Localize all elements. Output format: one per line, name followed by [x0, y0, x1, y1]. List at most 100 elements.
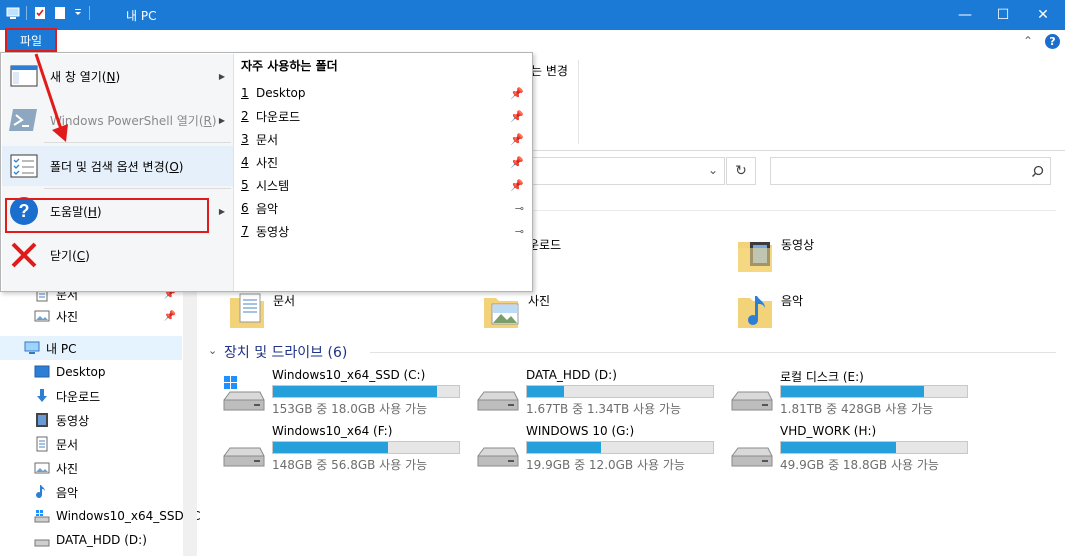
recent-folder-item[interactable]: 3 문서 📌 — [241, 128, 526, 150]
drive-name: Windows10_x64_SSD (C:) — [272, 368, 426, 382]
pc-icon[interactable] — [6, 6, 20, 20]
pictures-folder-icon[interactable] — [482, 290, 519, 328]
recent-folder-number: 2 — [241, 109, 249, 123]
recent-folder-number: 3 — [241, 132, 249, 146]
recent-folder-item[interactable]: 5 시스템 📌 — [241, 174, 526, 196]
submenu-arrow-icon: ▶ — [218, 115, 225, 125]
drive-usage-bar — [272, 441, 460, 454]
videos-folder-icon[interactable] — [736, 234, 772, 272]
ribbon-option-label[interactable]: 는 변경 — [531, 62, 568, 79]
pc-icon — [24, 341, 40, 354]
submenu-arrow-icon: ▶ — [218, 71, 225, 81]
nav-item-label: 사진 — [56, 461, 79, 476]
nav-item-label: 사진 — [56, 309, 79, 324]
drive-name: 로컬 디스크 (E:) — [780, 370, 864, 384]
chevron-down-icon[interactable] — [73, 6, 83, 20]
recent-folder-item[interactable]: 6 음악 ⊸ — [241, 197, 526, 219]
drive-free-space: 19.9GB 중 12.0GB 사용 가능 — [526, 458, 685, 472]
recent-folder-name: 동영상 — [256, 224, 290, 239]
drive-free-space: 49.9GB 중 18.8GB 사용 가능 — [780, 458, 939, 472]
pin-icon[interactable]: 📌 — [510, 133, 524, 146]
recent-folder-name: 음악 — [256, 201, 279, 216]
recent-folder-number: 7 — [241, 224, 249, 238]
menu-separator — [44, 188, 231, 189]
recent-folder-item[interactable]: 4 사진 📌 — [241, 151, 526, 173]
drive-usage-fill — [273, 386, 437, 397]
pin-icon: 📌 — [163, 310, 176, 322]
search-input[interactable] — [770, 157, 1051, 185]
nav-item-documents[interactable]: 문서 — [0, 432, 182, 456]
menu-item-folder-options[interactable]: 폴더 및 검색 옵션 변경(O) — [2, 146, 233, 186]
drive-name: DATA_HDD (D:) — [526, 368, 617, 382]
drive-free-space: 148GB 중 56.8GB 사용 가능 — [272, 458, 428, 472]
recent-folder-item[interactable]: 1 Desktop 📌 — [241, 82, 526, 104]
drive-icon — [731, 391, 773, 411]
nav-scrollbar[interactable] — [183, 286, 197, 556]
drive-icon — [477, 447, 519, 467]
music-folder-icon[interactable] — [736, 290, 772, 328]
nav-item-pictures[interactable]: 사진 — [0, 456, 182, 480]
drive-usage-bar — [780, 385, 968, 398]
recent-folder-item[interactable]: 2 다운로드 📌 — [241, 105, 526, 127]
help-button[interactable]: ? — [1045, 34, 1060, 49]
menu-item-close[interactable]: 닫기(C) — [2, 235, 233, 275]
nav-item-this-pc[interactable]: 내 PC — [0, 336, 182, 360]
pin-icon[interactable]: 📌 — [510, 179, 524, 192]
refresh-button[interactable]: ↻ — [726, 157, 756, 185]
nav-item-label: Windows10_x64_SSD (C — [56, 509, 201, 523]
pictures-icon — [34, 310, 50, 322]
folder-label-music[interactable]: 음악 — [781, 292, 803, 309]
devices-section-header[interactable]: 장치 및 드라이브 (6) — [224, 342, 347, 362]
drive-usage-fill — [781, 386, 925, 397]
new-folder-icon[interactable] — [53, 6, 67, 20]
recent-folder-name: Desktop — [256, 86, 306, 100]
chevron-down-icon[interactable]: ⌄ — [708, 163, 718, 177]
pin-icon[interactable]: 📌 — [510, 110, 524, 123]
drive-icon — [34, 539, 50, 547]
nav-item-videos[interactable]: 동영상 — [0, 408, 182, 432]
submenu-arrow-icon: ▶ — [218, 206, 225, 216]
nav-item-music[interactable]: 음악 — [0, 480, 182, 504]
drive-icon — [223, 447, 265, 467]
drive-usage-bar — [780, 441, 968, 454]
nav-item-label: 다운로드 — [56, 389, 101, 404]
collapse-chevron-icon[interactable]: ⌄ — [208, 344, 217, 357]
nav-item-downloads[interactable]: 다운로드 — [0, 384, 182, 408]
section-divider — [370, 352, 1056, 353]
pin-icon[interactable]: 📌 — [510, 87, 524, 100]
folder-label-documents[interactable]: 문서 — [273, 292, 295, 309]
nav-item-pictures-pinned[interactable]: 사진 📌 — [0, 304, 182, 328]
drive-icon — [477, 391, 519, 411]
pin-icon[interactable]: ⊸ — [515, 225, 524, 238]
folder-label-pictures[interactable]: 사진 — [528, 292, 550, 309]
highlight-box — [5, 198, 209, 233]
recent-folder-item[interactable]: 7 동영상 ⊸ — [241, 220, 526, 242]
folder-label-videos[interactable]: 동영상 — [781, 236, 814, 253]
annotation-arrow-icon — [34, 53, 68, 142]
recent-folder-number: 4 — [241, 155, 249, 169]
documents-icon — [36, 436, 48, 452]
pin-icon[interactable]: ⊸ — [515, 202, 524, 215]
quick-access-toolbar — [6, 6, 90, 20]
drive-icon — [731, 447, 773, 467]
nav-item-desktop[interactable]: Desktop — [0, 360, 182, 384]
pin-icon[interactable]: 📌 — [510, 156, 524, 169]
drive-free-space: 153GB 중 18.0GB 사용 가능 — [272, 402, 428, 416]
recent-folder-name: 사진 — [256, 155, 279, 170]
toolbar-divider — [26, 6, 27, 20]
nav-item-label: 내 PC — [46, 341, 77, 356]
nav-item-label: 문서 — [56, 437, 79, 452]
ribbon-collapse-button[interactable]: ⌃ — [1023, 34, 1033, 48]
close-button[interactable]: ✕ — [1020, 0, 1065, 30]
videos-icon — [36, 413, 48, 427]
nav-item-drive-c[interactable]: Windows10_x64_SSD (C — [0, 504, 201, 528]
nav-item-drive-d[interactable]: DATA_HDD (D:) — [0, 528, 182, 552]
drive-name: WINDOWS 10 (G:) — [526, 424, 635, 438]
file-tab[interactable]: 파일 — [5, 28, 57, 52]
recent-folder-number: 6 — [241, 201, 249, 215]
recent-folder-name: 문서 — [256, 132, 279, 147]
properties-icon[interactable] — [33, 6, 47, 20]
window-title: 내 PC — [126, 9, 157, 23]
drive-usage-fill — [273, 442, 389, 453]
documents-folder-icon[interactable] — [228, 290, 264, 328]
